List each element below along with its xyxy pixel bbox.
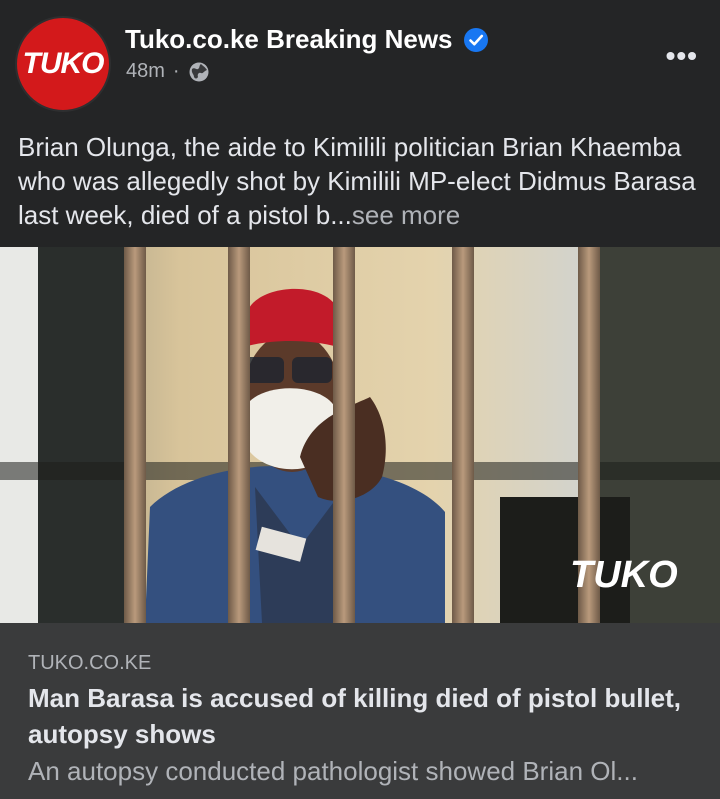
post-meta: 48m · — [126, 60, 210, 83]
more-options-icon[interactable]: ••• — [666, 42, 698, 70]
avatar-logo-text: TUKO — [22, 47, 105, 80]
page-avatar[interactable]: TUKO — [15, 16, 111, 112]
page-name-row: Tuko.co.ke Breaking News — [125, 24, 489, 55]
see-more-link[interactable]: see more — [352, 200, 460, 230]
photo-watermark: TUKO — [570, 554, 678, 596]
verified-badge-icon — [463, 27, 488, 52]
globe-icon — [189, 62, 209, 81]
post-header: TUKO Tuko.co.ke Breaking News 48m · ••• — [0, 0, 720, 120]
photo-image: TUKO — [0, 247, 720, 623]
post-text: Brian Olunga, the aide to Kimilili polit… — [18, 130, 708, 232]
link-description: An autopsy conducted pathologist showed … — [28, 756, 638, 786]
post-time[interactable]: 48m — [126, 60, 165, 83]
post-photo[interactable]: TUKO — [0, 247, 720, 623]
link-source: TUKO.CO.KE — [28, 652, 152, 674]
page-name-link[interactable]: Tuko.co.ke Breaking News — [125, 24, 453, 55]
post-ellipsis: ... — [330, 200, 352, 230]
meta-separator: · — [172, 60, 180, 82]
link-headline[interactable]: Man Barasa is accused of killing died of… — [28, 680, 708, 752]
